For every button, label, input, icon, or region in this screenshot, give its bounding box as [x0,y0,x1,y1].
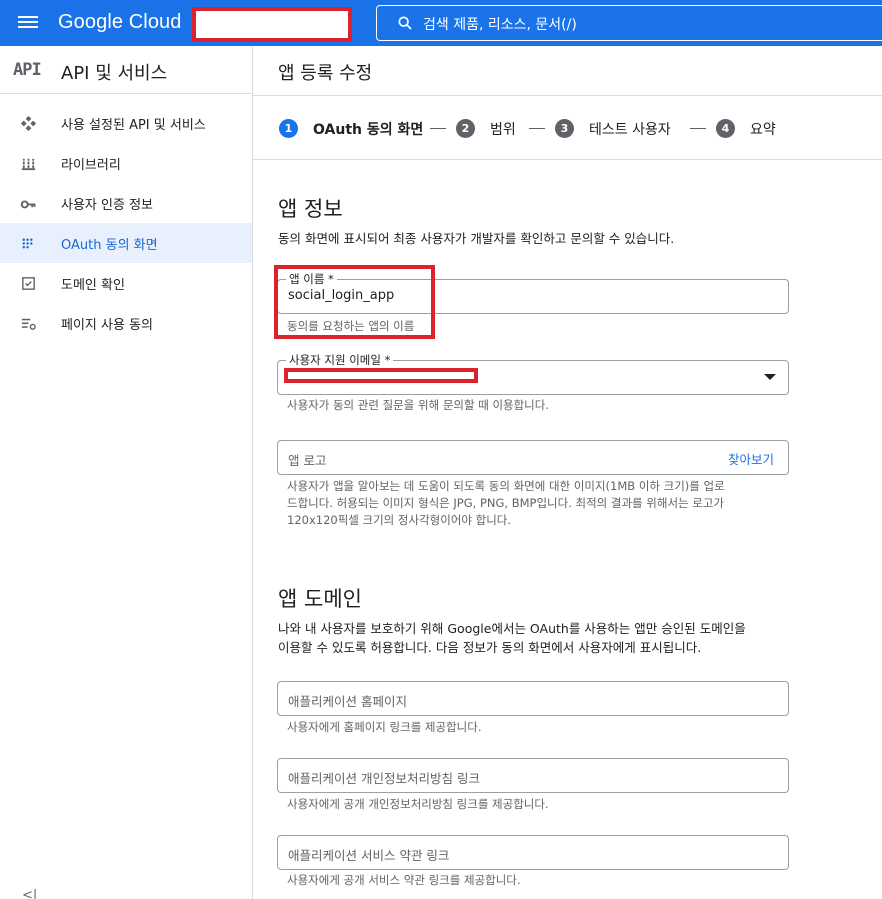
divider [253,159,882,160]
redacted-email [284,368,478,383]
sidebar-item-library[interactable]: 라이브러리 [0,143,252,183]
top-app-bar: Google Cloud 검색 제품, 리소스, 문서(/) [0,0,882,46]
privacy-policy-field[interactable]: 애플리케이션 개인정보처리방침 링크 [277,758,789,793]
app-info-description: 동의 화면에 표시되어 최종 사용자가 개발자를 확인하고 문의할 수 있습니다… [278,231,675,246]
sidebar-item-label: 라이브러리 [61,158,121,173]
privacy-policy-hint: 사용자에게 공개 개인정보처리방침 링크를 제공합니다. [287,797,549,811]
homepage-hint: 사용자에게 홈페이지 링크를 제공합니다. [287,720,482,734]
sidebar-item-label: OAuth 동의 화면 [61,238,158,253]
divider [253,95,882,96]
stepper: 1 OAuth 동의 화면 2 범위 3 테스트 사용자 4 요약 [279,118,879,138]
privacy-policy-placeholder: 애플리케이션 개인정보처리방침 링크 [288,771,480,786]
search-icon [398,16,412,30]
app-logo-placeholder: 앱 로고 [288,453,327,468]
step-3-label[interactable]: 테스트 사용자 [589,119,671,139]
sidebar-item-enabled-apis[interactable]: 사용 설정된 API 및 서비스 [0,103,252,143]
terms-of-service-hint: 사용자에게 공개 서비스 약관 링크를 제공합니다. [287,873,521,887]
page-title: 앱 등록 수정 [278,63,373,84]
google-cloud-logo[interactable]: Google Cloud [58,11,182,34]
sidebar-item-page-usage-agreement[interactable]: 페이지 사용 동의 [0,303,252,343]
step-1-label[interactable]: OAuth 동의 화면 [313,119,423,139]
library-icon [21,158,36,171]
project-selector[interactable] [192,7,352,42]
sidebar-item-label: 사용 설정된 API 및 서비스 [61,118,206,133]
app-logo-hint-line-1: 사용자가 앱을 알아보는 데 도움이 되도록 동의 화면에 대한 이미지(1MB… [287,479,725,493]
search-placeholder: 검색 제품, 리소스, 문서(/) [423,17,577,33]
main-content: 앱 등록 수정 1 OAuth 동의 화면 2 범위 3 테스트 사용자 4 요… [253,46,882,899]
sidebar-item-oauth-consent[interactable]: OAuth 동의 화면 [0,223,252,263]
collapse-sidebar-icon[interactable]: <| [22,888,37,899]
app-info-heading: 앱 정보 [278,197,343,221]
sidebar-header: API API 및 서비스 [0,46,252,94]
dropdown-arrow-icon [764,374,776,380]
app-domain-description-line-2: 이용할 수 있도록 허용합니다. 다음 정보가 동의 화면에서 사용자에게 표시… [278,640,702,655]
sidebar-title: API 및 서비스 [61,63,168,84]
apis-icon [20,115,37,132]
step-connector [430,128,446,129]
search-bar[interactable]: 검색 제품, 리소스, 문서(/) [376,5,882,41]
app-logo-field[interactable]: 앱 로고 찾아보기 [277,440,789,475]
app-domain-description-line-1: 나와 내 사용자를 보호하기 위해 Google에서는 OAuth를 사용하는 … [278,621,746,636]
step-2-badge[interactable]: 2 [456,119,475,138]
support-email-hint: 사용자가 동의 관련 질문을 위해 문의할 때 이용합니다. [287,398,550,412]
step-4-badge[interactable]: 4 [716,119,735,138]
app-domain-heading: 앱 도메인 [278,587,362,611]
domain-check-icon [22,277,35,290]
sidebar: API API 및 서비스 사용 설정된 API 및 서비스 라이브러리 사용자… [0,46,253,899]
sidebar-item-credentials[interactable]: 사용자 인증 정보 [0,183,252,223]
terms-of-service-placeholder: 애플리케이션 서비스 약관 링크 [288,848,450,863]
step-4-label[interactable]: 요약 [750,119,776,139]
terms-of-service-field[interactable]: 애플리케이션 서비스 약관 링크 [277,835,789,870]
step-1-badge[interactable]: 1 [279,119,298,138]
app-logo-hint-line-3: 120x120픽셀 크기의 정사각형이어야 합니다. [287,513,512,527]
browse-button[interactable]: 찾아보기 [728,449,774,468]
key-icon [20,200,36,209]
sidebar-item-label: 도메인 확인 [61,278,125,293]
app-logo-hint-line-2: 드합니다. 허용되는 이미지 형식은 JPG, PNG, BMP입니다. 최적의… [287,496,725,510]
step-2-label[interactable]: 범위 [490,119,516,139]
step-connector [690,128,706,129]
sidebar-item-label: 사용자 인증 정보 [61,198,153,213]
step-connector [529,128,545,129]
sidebar-item-domain-verification[interactable]: 도메인 확인 [0,263,252,303]
homepage-field[interactable]: 애플리케이션 홈페이지 [277,681,789,716]
support-email-label: 사용자 지원 이메일 * [286,352,394,368]
highlight-box [274,265,435,339]
menu-icon[interactable] [18,13,38,33]
sidebar-item-label: 페이지 사용 동의 [61,318,153,333]
api-logo-icon: API [13,60,42,80]
step-3-badge[interactable]: 3 [555,119,574,138]
page-usage-icon [21,318,36,330]
oauth-consent-icon [22,238,33,249]
homepage-placeholder: 애플리케이션 홈페이지 [288,694,407,709]
